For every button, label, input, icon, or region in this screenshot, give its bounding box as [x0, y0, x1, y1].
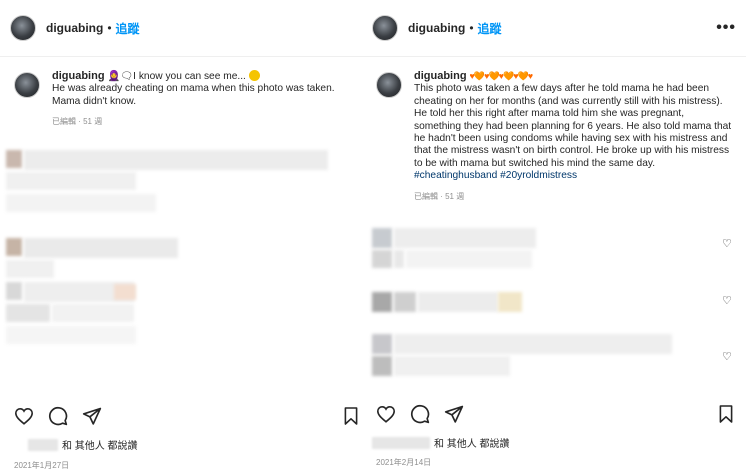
post-panel-left: diguabing • 追蹤 diguabing 🧕🗨I know you can… — [0, 0, 372, 474]
caption-text: I know you can see me... — [133, 71, 249, 82]
follow-button[interactable]: 追蹤 — [478, 20, 502, 37]
avatar[interactable] — [14, 72, 40, 98]
comment-icon[interactable] — [410, 404, 430, 424]
hashtag-link[interactable]: #20yroldmistress — [500, 170, 577, 181]
separator: • — [469, 21, 474, 35]
divider — [0, 56, 371, 57]
comment-heart-icon[interactable]: ♡ — [722, 350, 732, 363]
action-bar — [14, 404, 359, 428]
paper-plane-icon[interactable] — [82, 406, 102, 426]
separator: • — [107, 21, 112, 35]
caption-text: This photo was taken a few days after he… — [414, 83, 732, 169]
bookmark-icon[interactable] — [718, 404, 734, 424]
comment-icon[interactable] — [48, 406, 68, 426]
username[interactable]: diguabing — [46, 21, 103, 35]
caption-username[interactable]: diguabing — [414, 70, 467, 82]
post-header: diguabing • 追蹤 — [10, 10, 361, 46]
hashtag-link[interactable]: #cheatinghusband — [414, 170, 497, 181]
avatar[interactable] — [372, 15, 398, 41]
blurred-username — [372, 436, 430, 449]
avatar[interactable] — [10, 15, 36, 41]
likes-text: 和 其他人 都說讚 — [434, 439, 510, 450]
follow-button[interactable]: 追蹤 — [116, 20, 140, 37]
divider — [362, 56, 746, 57]
caption-meta: 已編輯 · 51 週 — [414, 191, 465, 201]
post-header: diguabing • 追蹤 ••• — [372, 10, 736, 46]
caption: diguabing 🧕🗨I know you can see me... He w… — [14, 70, 359, 129]
heart-icon[interactable] — [376, 405, 396, 423]
likes-text: 和 其他人 都說讚 — [62, 441, 138, 452]
likes-summary[interactable]: 和 其他人 都說讚 — [372, 435, 510, 450]
expressionless-face-icon — [248, 70, 260, 81]
blurred-username — [28, 438, 58, 451]
paper-plane-icon[interactable] — [444, 404, 464, 424]
likes-summary[interactable]: 和 其他人 都說讚 — [28, 437, 138, 452]
caption-username[interactable]: diguabing — [52, 70, 105, 82]
more-options-icon[interactable]: ••• — [716, 19, 736, 37]
comment-heart-icon[interactable]: ♡ — [722, 294, 732, 307]
username[interactable]: diguabing — [408, 21, 465, 35]
caption-meta: 已編輯 · 51 週 — [52, 117, 103, 127]
heart-icon[interactable] — [14, 407, 34, 425]
avatar[interactable] — [376, 72, 402, 98]
post-panel-right: diguabing • 追蹤 ••• diguabing ♥🧡♥🧡♥🧡♥🧡♥ Th… — [362, 0, 746, 474]
caption-body: diguabing 🧕🗨I know you can see me... He w… — [52, 70, 359, 129]
caption-body: diguabing ♥🧡♥🧡♥🧡♥🧡♥ This photo was taken … — [414, 70, 732, 203]
caption: diguabing ♥🧡♥🧡♥🧡♥🧡♥ This photo was taken … — [376, 70, 734, 203]
caption-text-line2: He was already cheating on mama when thi… — [52, 83, 335, 107]
caption-icons: 🧕🗨 — [107, 71, 134, 82]
action-bar — [376, 402, 734, 426]
hearts-icon: ♥🧡♥🧡♥🧡♥🧡♥ — [469, 71, 534, 81]
bookmark-icon[interactable] — [343, 406, 359, 426]
comment-heart-icon[interactable]: ♡ — [722, 237, 732, 250]
post-date: 2021年1月27日 — [14, 461, 70, 470]
post-date: 2021年2月14日 — [376, 458, 432, 467]
